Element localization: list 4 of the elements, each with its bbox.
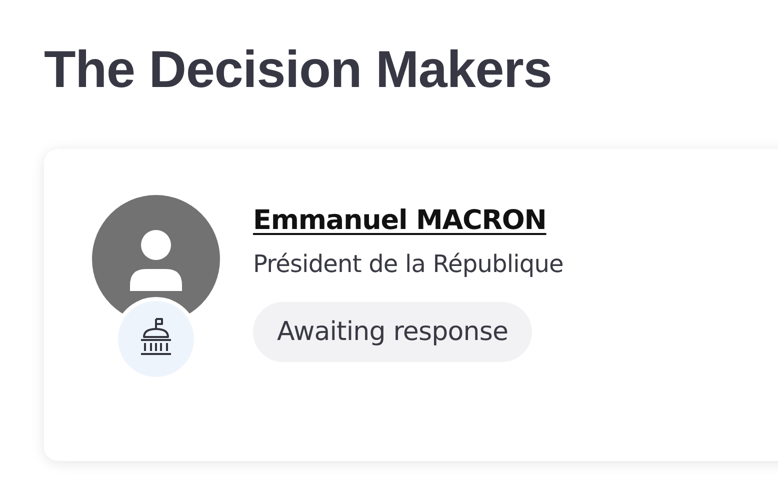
person-role: Président de la République (253, 250, 564, 278)
person-name-link[interactable]: Emmanuel MACRON (253, 205, 546, 236)
section-heading: The Decision Makers (43, 40, 553, 101)
status-badge: Awaiting response (253, 302, 532, 362)
